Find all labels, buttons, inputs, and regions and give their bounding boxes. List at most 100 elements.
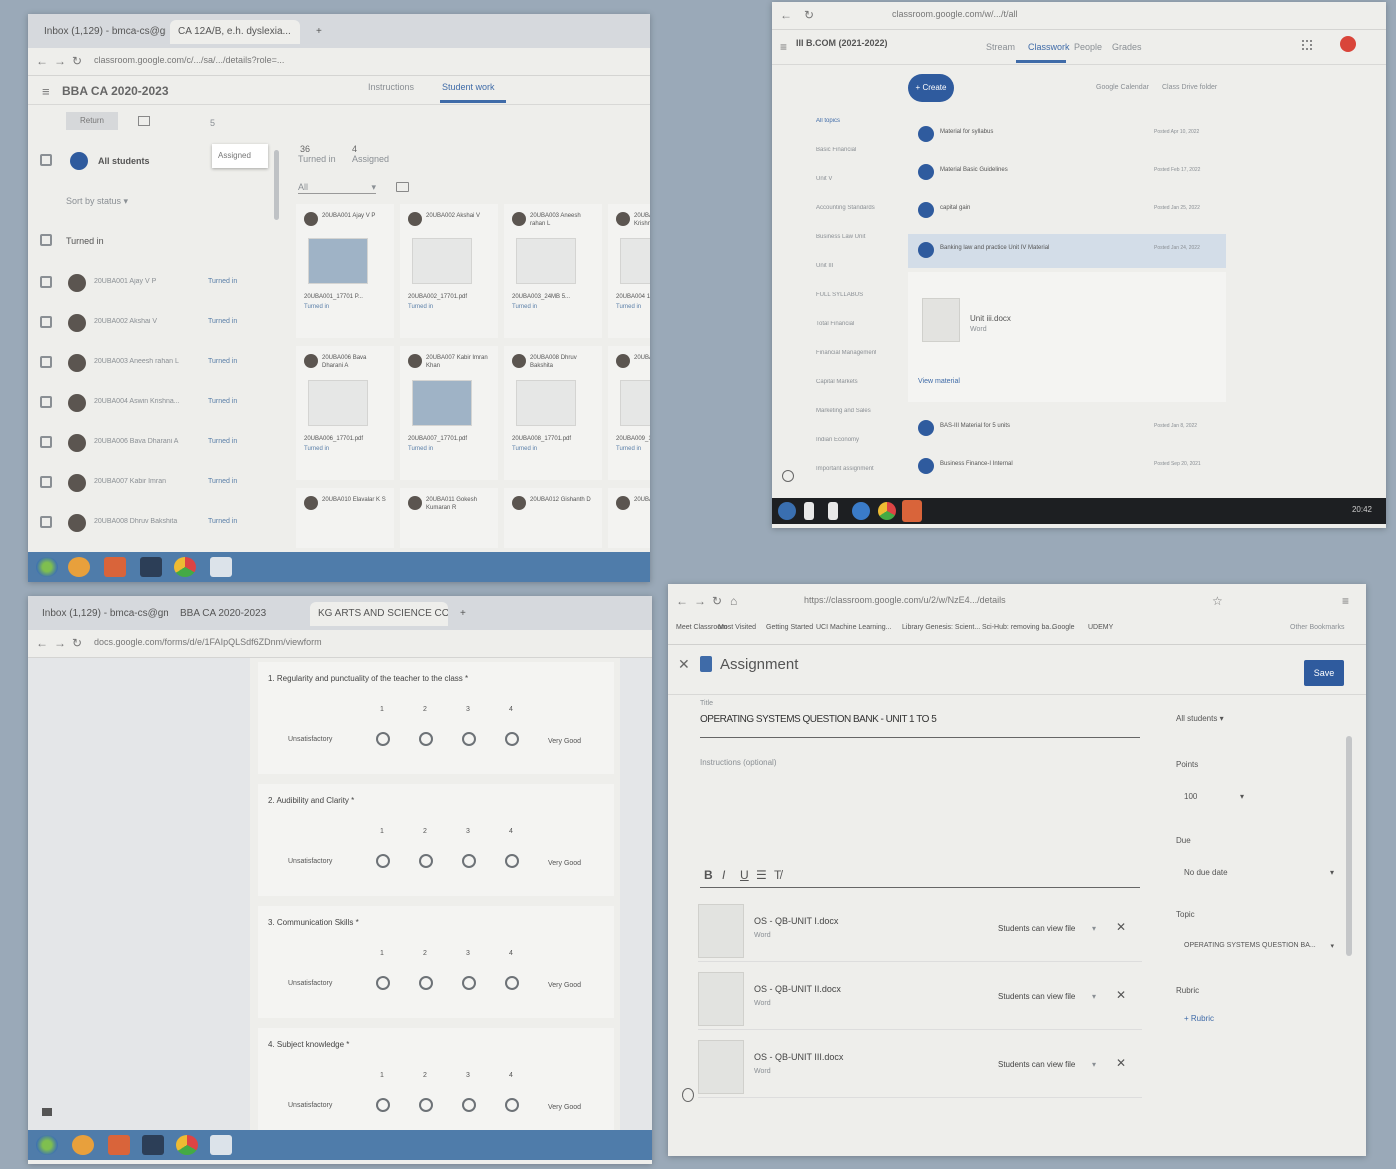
- bookmark-link[interactable]: Sci-Hub: removing ba...: [982, 624, 1055, 631]
- menu-icon[interactable]: ≡: [42, 84, 50, 99]
- topic-link[interactable]: Business Law Unit: [816, 234, 876, 240]
- save-button[interactable]: Save: [1304, 660, 1344, 686]
- topic-link[interactable]: Marketing and Sales: [816, 408, 876, 414]
- submission-card[interactable]: 20UBA013 Gitiya V: [608, 488, 650, 548]
- view-material-link[interactable]: View material: [918, 378, 960, 385]
- tab-instructions[interactable]: Instructions: [368, 82, 414, 92]
- back-icon[interactable]: ←: [676, 594, 688, 608]
- start-icon[interactable]: [778, 502, 796, 520]
- italic-button[interactable]: I: [722, 868, 725, 882]
- rating-radio-2[interactable]: [419, 854, 433, 868]
- due-dropdown[interactable]: No due date ▾: [1184, 868, 1334, 877]
- topic-link[interactable]: Total Financial: [816, 321, 876, 327]
- submission-card[interactable]: 20UBA004 Aravindha Krishnan M 20UBA004 17…: [608, 204, 650, 338]
- tab-classroom[interactable]: BBA CA 2020-2023: [172, 602, 306, 626]
- mail-icon[interactable]: [138, 116, 150, 126]
- forward-icon[interactable]: →: [54, 54, 66, 68]
- rating-radio-4[interactable]: [505, 854, 519, 868]
- rating-radio-1[interactable]: [376, 1098, 390, 1112]
- firefox-icon[interactable]: [104, 557, 126, 577]
- bookmark-link[interactable]: Library Genesis: Scient...: [902, 624, 980, 631]
- chevron-down-icon[interactable]: ▾: [1092, 1060, 1096, 1069]
- submission-card[interactable]: 20UBA002 Akshai V 20UBA002_17701.pdf Turne…: [400, 204, 498, 338]
- rating-radio-4[interactable]: [505, 1098, 519, 1112]
- tab-classwork[interactable]: Classwork: [1028, 42, 1070, 52]
- bold-button[interactable]: B: [704, 868, 713, 882]
- bookmark-link[interactable]: UCI Machine Learning...: [816, 624, 891, 631]
- back-icon[interactable]: ←: [36, 636, 48, 650]
- rating-radio-1[interactable]: [376, 976, 390, 990]
- url-field[interactable]: https://classroom.google.com/u/2/w/NzE4.…: [804, 595, 1006, 605]
- student-name[interactable]: 20UBA008 Dhruv Bakshita: [94, 518, 204, 525]
- submission-card[interactable]: 20UBA010 Elavalar K S: [296, 488, 394, 548]
- chrome-icon[interactable]: [176, 1135, 198, 1155]
- for-dropdown[interactable]: All students ▾: [1176, 714, 1224, 723]
- app-icon[interactable]: [140, 557, 162, 577]
- reload-icon[interactable]: ↻: [72, 636, 82, 650]
- calendar-link[interactable]: Google Calendar: [1096, 84, 1149, 91]
- start-icon[interactable]: [36, 557, 58, 577]
- create-button[interactable]: + Create: [908, 74, 954, 102]
- attachment-thumbnail[interactable]: [698, 904, 744, 958]
- permission-dropdown[interactable]: Students can view file: [998, 1060, 1075, 1069]
- drive-link[interactable]: Class Drive folder: [1162, 84, 1217, 91]
- submission-card[interactable]: 20UBA009 Elanzhezi N 20UBA009_177001 Turne…: [608, 346, 650, 480]
- remove-attachment-icon[interactable]: ✕: [1116, 1056, 1126, 1070]
- submission-card[interactable]: 20UBA011 Gokesh Kumaran R: [400, 488, 498, 548]
- topic-link[interactable]: Capital Markets: [816, 379, 876, 385]
- tab-grades[interactable]: Grades: [1112, 42, 1142, 52]
- reload-icon[interactable]: ↻: [72, 54, 82, 68]
- topic-link[interactable]: Basic Financial: [816, 147, 876, 153]
- new-tab-button[interactable]: +: [308, 20, 332, 44]
- sort-dropdown[interactable]: Sort by status ▾: [66, 196, 128, 207]
- submission-card[interactable]: 20UBA001 Ajay V P 20UBA001_17701 P... Turn…: [296, 204, 394, 338]
- firefox-icon[interactable]: [108, 1135, 130, 1155]
- submission-card[interactable]: 20UBA012 Gishanth D: [504, 488, 602, 548]
- explorer-icon[interactable]: [210, 1135, 232, 1155]
- rating-radio-3[interactable]: [462, 854, 476, 868]
- topic-link[interactable]: FULL SYLLABUS: [816, 292, 876, 298]
- student-name[interactable]: 20UBA003 Aneesh rahan L: [94, 358, 204, 365]
- apps-icon[interactable]: [1302, 40, 1312, 50]
- submission-card[interactable]: 20UBA006 Bava Dharani A 20UBA006_17701.pd…: [296, 346, 394, 480]
- rating-radio-4[interactable]: [505, 732, 519, 746]
- material-item[interactable]: Material for syllabus Posted Apr 10, 2022: [908, 118, 1226, 152]
- reload-icon[interactable]: ↻: [712, 594, 722, 608]
- attachment-name[interactable]: OS - QB-UNIT III.docx: [754, 1052, 843, 1062]
- app-icon[interactable]: [142, 1135, 164, 1155]
- feedback-icon[interactable]: [42, 1108, 52, 1116]
- topic-dropdown[interactable]: OPERATING SYSTEMS QUESTION BA... ▾: [1184, 942, 1334, 950]
- permission-dropdown[interactable]: Students can view file: [998, 924, 1075, 933]
- points-dropdown[interactable]: 100 ▾: [1184, 792, 1244, 801]
- material-item[interactable]: Material Basic Guidelines Posted Feb 17, …: [908, 156, 1226, 190]
- tab-stream[interactable]: Stream: [986, 42, 1015, 52]
- select-all-checkbox[interactable]: [40, 154, 52, 166]
- student-name[interactable]: 20UBA006 Bava Dharani A: [94, 438, 204, 445]
- attachment-name[interactable]: OS - QB-UNIT I.docx: [754, 916, 838, 926]
- tab-classroom[interactable]: CA 12A/B, e.h. dyslexia...: [170, 20, 300, 44]
- instructions-input[interactable]: Instructions (optional): [700, 758, 1140, 872]
- forward-icon[interactable]: →: [694, 594, 706, 608]
- permission-dropdown[interactable]: Students can view file: [998, 992, 1075, 1001]
- rating-radio-2[interactable]: [419, 976, 433, 990]
- clear-format-button[interactable]: T̸: [774, 868, 781, 882]
- topic-link[interactable]: Accounting Standards: [816, 205, 876, 211]
- topic-link[interactable]: Important assignment: [816, 466, 876, 472]
- tab-people[interactable]: People: [1074, 42, 1102, 52]
- attachment-name[interactable]: OS - QB-UNIT II.docx: [754, 984, 841, 994]
- firefox-icon[interactable]: [902, 500, 922, 522]
- student-checkbox[interactable]: [40, 276, 52, 288]
- help-icon[interactable]: [682, 1088, 694, 1102]
- rating-radio-1[interactable]: [376, 854, 390, 868]
- back-icon[interactable]: ←: [36, 54, 48, 68]
- chrome-icon[interactable]: [174, 557, 196, 577]
- student-name[interactable]: 20UBA007 Kabir Imran: [94, 478, 204, 485]
- star-icon[interactable]: ☆: [1212, 594, 1223, 608]
- tab-inbox[interactable]: Inbox (1,129) - bmca-cs@gm...: [34, 602, 168, 626]
- topic-link[interactable]: Indian Economy: [816, 437, 876, 443]
- explorer-icon[interactable]: [210, 557, 232, 577]
- home-icon[interactable]: ⌂: [730, 594, 737, 608]
- other-bookmarks[interactable]: Other Bookmarks: [1290, 624, 1344, 631]
- rating-radio-1[interactable]: [376, 732, 390, 746]
- student-checkbox[interactable]: [40, 516, 52, 528]
